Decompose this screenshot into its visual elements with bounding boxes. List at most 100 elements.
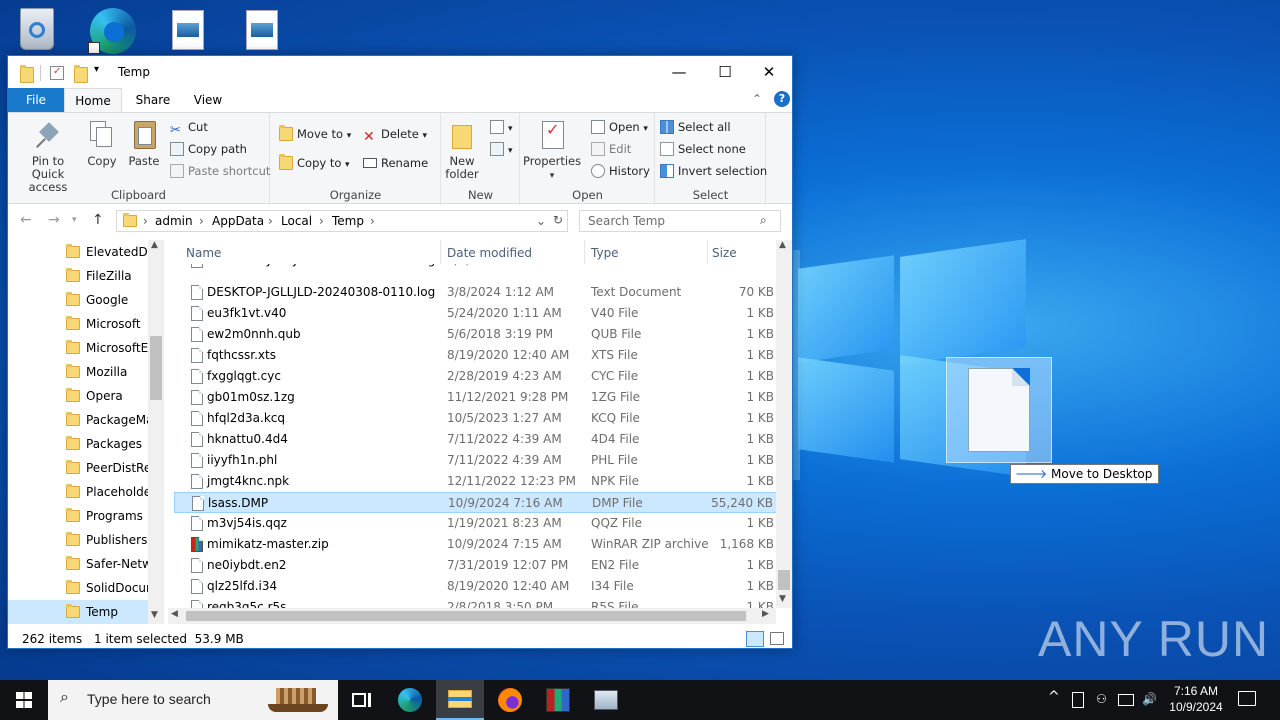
rename-button[interactable]: Rename xyxy=(363,153,428,173)
taskbar-search-box[interactable]: ⌕ Type here to search xyxy=(48,680,338,720)
address-bar[interactable]: › admin › AppData › Local › Temp › ⌄ ↻ xyxy=(116,210,568,232)
notification-icon[interactable] xyxy=(1238,691,1256,706)
column-divider[interactable] xyxy=(440,240,441,264)
task-view-button[interactable] xyxy=(338,680,386,720)
file-hscroll-thumb[interactable] xyxy=(186,611,746,621)
customize-quick-access-icon[interactable]: ▾ xyxy=(94,64,99,80)
edge-taskbar-button[interactable] xyxy=(386,680,434,720)
column-header-size[interactable]: Size xyxy=(712,240,737,266)
nav-item[interactable]: FileZilla xyxy=(8,264,148,288)
move-to-button[interactable]: Move to ▾ xyxy=(279,124,351,144)
table-row[interactable]: qlz25lfd.i34 8/19/2020 12:40 AM I34 File 1 … xyxy=(174,576,782,597)
start-button[interactable] xyxy=(0,680,48,720)
column-header-type[interactable]: Type xyxy=(591,240,619,266)
volume-icon[interactable]: 🔊 xyxy=(1142,692,1157,706)
search-input[interactable]: Search Temp xyxy=(588,214,665,228)
file-list-hscrollbar[interactable]: ◀ ▶ xyxy=(168,608,776,624)
table-row[interactable]: mimikatz-master.zip 10/9/2024 7:15 AM WinR… xyxy=(174,534,782,555)
nav-item[interactable]: Publishers xyxy=(8,528,148,552)
back-arrow-icon[interactable]: ← xyxy=(20,212,32,228)
breadcrumb-separator[interactable]: › xyxy=(268,214,273,228)
column-divider[interactable] xyxy=(584,240,585,264)
nav-item[interactable]: PackageMa xyxy=(8,408,148,432)
table-row[interactable]: fqthcssr.xts 8/19/2020 12:40 AM XTS File 1 … xyxy=(174,345,782,366)
breadcrumb-separator[interactable]: › xyxy=(143,214,148,228)
edge-browser-icon[interactable] xyxy=(88,6,136,54)
column-header-date[interactable]: Date modified xyxy=(447,240,532,266)
tablet-icon[interactable] xyxy=(1072,692,1084,708)
tab-view[interactable]: View xyxy=(184,88,232,112)
meet-now-icon[interactable]: ⚇ xyxy=(1096,692,1107,706)
file-list[interactable]: ^ DESKTOP-JGLLJLD-20240307-2146.log 3/7/… xyxy=(174,240,792,624)
firefox-taskbar-button[interactable] xyxy=(486,680,534,720)
show-hidden-icons-chevron-icon[interactable]: ^ xyxy=(1048,689,1060,705)
nav-item[interactable]: SolidDocum xyxy=(8,576,148,600)
nav-scroll-thumb[interactable] xyxy=(150,336,162,400)
column-header-name[interactable]: Name xyxy=(186,240,221,266)
minimize-button[interactable]: — xyxy=(656,56,702,88)
taskbar-search-input[interactable]: Type here to search xyxy=(87,691,211,707)
tab-file[interactable]: File xyxy=(8,88,64,112)
recycle-bin-icon[interactable] xyxy=(14,6,62,54)
recent-locations-chevron-icon[interactable]: ▾ xyxy=(72,215,77,225)
properties-quick-icon[interactable]: ✓ xyxy=(50,66,64,80)
nav-item[interactable]: Placeholder xyxy=(8,480,148,504)
nav-scrollbar[interactable]: ▲ ▼ xyxy=(148,240,164,624)
delete-button[interactable]: ✕ Delete ▾ xyxy=(363,124,427,145)
table-row[interactable]: hfql2d3a.kcq 10/5/2023 1:27 AM KCQ File 1 K… xyxy=(174,408,782,429)
invert-selection-button[interactable]: Invert selection xyxy=(660,161,767,181)
nav-item[interactable]: Opera xyxy=(8,384,148,408)
scroll-up-icon[interactable]: ▲ xyxy=(779,240,786,250)
edit-button[interactable]: Edit xyxy=(591,139,631,159)
paste-shortcut-button[interactable]: Paste shortcut xyxy=(170,161,270,181)
column-divider[interactable] xyxy=(707,240,708,264)
easy-access-button[interactable]: ▾ xyxy=(490,139,513,159)
navigation-pane[interactable]: ElevatedDia FileZilla Google Microsoft M… xyxy=(8,240,164,624)
file-explorer-taskbar-button[interactable] xyxy=(436,680,484,720)
image-file-icon[interactable] xyxy=(164,6,212,54)
scroll-left-icon[interactable]: ◀ xyxy=(171,609,178,619)
new-folder-quick-icon[interactable] xyxy=(74,65,88,83)
forward-arrow-icon[interactable]: → xyxy=(48,212,60,228)
nav-item[interactable]: Safer-Netwo xyxy=(8,552,148,576)
winrar-taskbar-button[interactable] xyxy=(534,680,582,720)
file-explorer-window[interactable]: ✓ ▾ Temp — ☐ ✕ File Home Share View ⌃ ? … xyxy=(7,55,793,649)
tab-home[interactable]: Home xyxy=(64,88,122,112)
collapse-ribbon-icon[interactable]: ⌃ xyxy=(752,92,762,106)
refresh-icon[interactable]: ↻ xyxy=(553,213,563,227)
nav-item[interactable]: Mozilla xyxy=(8,360,148,384)
large-icons-view-icon[interactable] xyxy=(770,632,784,645)
table-row-selected[interactable]: lsass.DMP 10/9/2024 7:16 AM DMP File 55,240… xyxy=(174,492,782,513)
nav-item[interactable]: Packages xyxy=(8,432,148,456)
app-taskbar-button[interactable] xyxy=(582,680,630,720)
open-button[interactable]: Open ▾ xyxy=(591,117,648,137)
up-arrow-icon[interactable]: ↑ xyxy=(92,212,104,228)
title-bar[interactable]: ✓ ▾ Temp — ☐ ✕ xyxy=(8,56,792,88)
scroll-down-icon[interactable]: ▼ xyxy=(151,610,158,620)
details-view-icon[interactable] xyxy=(746,631,764,647)
nav-item[interactable]: Google xyxy=(8,288,148,312)
table-row[interactable]: ne0iybdt.en2 7/31/2019 12:07 PM EN2 File 1 … xyxy=(174,555,782,576)
new-folder-button[interactable]: New folder xyxy=(444,117,480,181)
maximize-button[interactable]: ☐ xyxy=(702,56,748,88)
table-row[interactable]: hknattu0.4d4 7/11/2022 4:39 AM 4D4 File 1 K… xyxy=(174,429,782,450)
breadcrumb-separator[interactable]: › xyxy=(199,214,204,228)
nav-item[interactable]: Microsoft xyxy=(8,312,148,336)
table-row[interactable]: eu3fk1vt.v40 5/24/2020 1:11 AM V40 File 1 K… xyxy=(174,303,782,324)
scroll-right-icon[interactable]: ▶ xyxy=(762,609,769,619)
network-icon[interactable] xyxy=(1118,694,1134,706)
file-list-vscrollbar[interactable]: ▲ ▼ xyxy=(776,240,792,608)
image-file-icon[interactable] xyxy=(238,6,286,54)
cut-button[interactable]: ✂ Cut xyxy=(170,117,208,138)
breadcrumb-appdata[interactable]: AppData xyxy=(212,214,264,228)
nav-item[interactable]: PeerDistRep xyxy=(8,456,148,480)
copy-button[interactable]: Copy xyxy=(84,117,120,168)
table-row[interactable]: ew2m0nnh.qub 5/6/2018 3:19 PM QUB File 1 KB xyxy=(174,324,782,345)
nav-item-temp[interactable]: Temp xyxy=(8,600,148,624)
history-button[interactable]: History xyxy=(591,161,650,181)
tab-share[interactable]: Share xyxy=(128,88,178,112)
address-dropdown-icon[interactable]: ⌄ xyxy=(536,214,546,228)
breadcrumb-local[interactable]: Local xyxy=(281,214,312,228)
table-row[interactable]: jmgt4knc.npk 12/11/2022 12:23 PM NPK File 1… xyxy=(174,471,782,492)
pin-to-quick-access-button[interactable]: Pin to Quick access xyxy=(14,117,82,194)
